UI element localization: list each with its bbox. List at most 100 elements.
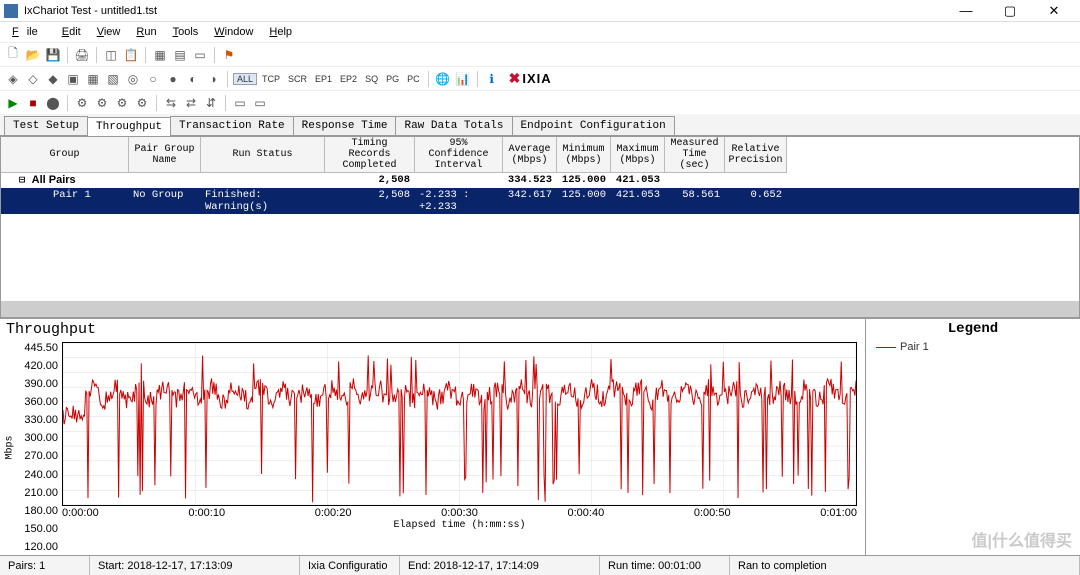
globe-icon[interactable]: 🌐 <box>434 70 452 88</box>
col-measured-time[interactable]: Measured Time (sec) <box>665 137 725 173</box>
filter-ep2[interactable]: EP2 <box>337 74 360 84</box>
stop-icon[interactable]: ■ <box>24 94 42 112</box>
maximize-button[interactable]: ▢ <box>988 1 1032 21</box>
run-icon[interactable]: ▶ <box>4 94 22 112</box>
net-a-icon[interactable]: ⇆ <box>162 94 180 112</box>
tool-c-icon[interactable]: ◆ <box>44 70 62 88</box>
y-axis: 445.50420.00390.00360.00330.00300.00270.… <box>18 342 62 553</box>
x-label: Elapsed time (h:mm:ss) <box>62 520 857 531</box>
toolbar-2: ◈ ◇ ◆ ▣ ▦ ▧ ◎ ○ ● ◐ ◑ ALL TCP SCR EP1 EP… <box>0 66 1080 90</box>
tool-d-icon[interactable]: ▣ <box>64 70 82 88</box>
flag-icon[interactable]: ⚑ <box>220 46 238 64</box>
brand-logo: ✖IXIA <box>509 71 552 87</box>
tool-j-icon[interactable]: ◐ <box>184 70 202 88</box>
minimize-button[interactable]: — <box>944 1 988 21</box>
menu-file[interactable]: File <box>4 24 54 40</box>
tab-test-setup[interactable]: Test Setup <box>4 116 88 135</box>
menu-view[interactable]: View <box>89 24 129 40</box>
gear-a-icon[interactable]: ⚙ <box>73 94 91 112</box>
save-icon[interactable]: 💾 <box>44 46 62 64</box>
y-label: Mbps <box>2 342 18 553</box>
legend-title: Legend <box>866 319 1080 339</box>
menu-help[interactable]: Help <box>261 24 300 40</box>
legend-panel: Legend Pair 1 <box>866 319 1080 555</box>
tab-strip: Test Setup Throughput Transaction Rate R… <box>0 114 1080 136</box>
parent-max: 421.053 <box>611 173 665 188</box>
throughput-plot <box>62 342 857 506</box>
status-config: Ixia Configuratio <box>300 556 400 575</box>
filter-tcp[interactable]: TCP <box>259 74 283 84</box>
menu-edit[interactable]: Edit <box>54 24 89 40</box>
tab-endpoint-config[interactable]: Endpoint Configuration <box>512 116 675 135</box>
tab-response-time[interactable]: Response Time <box>293 116 397 135</box>
legend-item[interactable]: Pair 1 <box>866 339 1080 355</box>
filter-sq[interactable]: SQ <box>362 74 381 84</box>
window-title: IxChariot Test - untitled1.tst <box>24 5 944 17</box>
status-start: Start: 2018-12-17, 17:13:09 <box>90 556 300 575</box>
filter-ep1[interactable]: EP1 <box>312 74 335 84</box>
app-icon <box>4 4 18 18</box>
col-timing-records[interactable]: Timing Records Completed <box>325 137 415 173</box>
tool-g-icon[interactable]: ◎ <box>124 70 142 88</box>
gear-c-icon[interactable]: ⚙ <box>113 94 131 112</box>
tab-transaction-rate[interactable]: Transaction Rate <box>170 116 294 135</box>
gear-b-icon[interactable]: ⚙ <box>93 94 111 112</box>
col-minimum[interactable]: Minimum (Mbps) <box>557 137 611 173</box>
col-maximum[interactable]: Maximum (Mbps) <box>611 137 665 173</box>
col-confidence[interactable]: 95% Confidence Interval <box>415 137 503 173</box>
h-scrollbar[interactable] <box>1 301 1079 317</box>
print-icon[interactable]: 🖨 <box>73 46 91 64</box>
page-a-icon[interactable]: ▭ <box>231 94 249 112</box>
chart-icon[interactable]: 📊 <box>454 70 472 88</box>
legend-line-icon <box>876 347 896 348</box>
parent-avg: 334.523 <box>503 173 557 188</box>
tool-f-icon[interactable]: ▧ <box>104 70 122 88</box>
parent-min: 125.000 <box>557 173 611 188</box>
table-row[interactable]: Pair 1 No Group Finished: Warning(s) 2,5… <box>1 188 1079 214</box>
filter-all[interactable]: ALL <box>233 73 257 85</box>
toolbar-3: ▶ ■ ⬤ ⚙ ⚙ ⚙ ⚙ ⇆ ⇄ ⇵ ▭ ▭ <box>0 90 1080 114</box>
menu-bar: File Edit View Run Tools Window Help <box>0 22 1080 42</box>
title-bar: IxChariot Test - untitled1.tst — ▢ ✕ <box>0 0 1080 22</box>
col-run-status[interactable]: Run Status <box>201 137 325 173</box>
report-icon[interactable]: ▦ <box>151 46 169 64</box>
col-average[interactable]: Average (Mbps) <box>503 137 557 173</box>
record-icon[interactable]: ⬤ <box>44 94 62 112</box>
close-button[interactable]: ✕ <box>1032 1 1076 21</box>
page-b-icon[interactable]: ▭ <box>251 94 269 112</box>
filter-scr[interactable]: SCR <box>285 74 310 84</box>
net-c-icon[interactable]: ⇵ <box>202 94 220 112</box>
menu-window[interactable]: Window <box>206 24 261 40</box>
parent-row[interactable]: ⊟ All Pairs 2,508 334.523 125.000 421.05… <box>1 173 1079 188</box>
gear-d-icon[interactable]: ⚙ <box>133 94 151 112</box>
new-icon[interactable]: 🗋 <box>4 46 22 64</box>
filter-pg[interactable]: PG <box>383 74 402 84</box>
export-icon[interactable]: ◫ <box>102 46 120 64</box>
col-rel-precision[interactable]: Relative Precision <box>725 137 787 173</box>
menu-tools[interactable]: Tools <box>165 24 207 40</box>
status-pairs: Pairs: 1 <box>0 556 90 575</box>
results-grid: Group Pair Group Name Run Status Timing … <box>0 136 1080 318</box>
tool-h-icon[interactable]: ○ <box>144 70 162 88</box>
menu-run[interactable]: Run <box>128 24 164 40</box>
filter-pc[interactable]: PC <box>404 74 423 84</box>
net-b-icon[interactable]: ⇄ <box>182 94 200 112</box>
tab-raw-data-totals[interactable]: Raw Data Totals <box>395 116 512 135</box>
open-icon[interactable]: 📂 <box>24 46 42 64</box>
status-end: End: 2018-12-17, 17:14:09 <box>400 556 600 575</box>
chart-title: Throughput <box>0 319 865 340</box>
copy-icon[interactable]: 📋 <box>122 46 140 64</box>
col-group[interactable]: Group <box>1 137 129 173</box>
tool-a-icon[interactable]: ◈ <box>4 70 22 88</box>
tab-throughput[interactable]: Throughput <box>87 117 171 136</box>
page-icon[interactable]: ▭ <box>191 46 209 64</box>
tool-e-icon[interactable]: ▦ <box>84 70 102 88</box>
parent-timing: 2,508 <box>325 173 415 188</box>
col-pair-group-name[interactable]: Pair Group Name <box>129 137 201 173</box>
sheet-icon[interactable]: ▤ <box>171 46 189 64</box>
tool-b-icon[interactable]: ◇ <box>24 70 42 88</box>
tool-k-icon[interactable]: ◑ <box>204 70 222 88</box>
chart-area: Throughput Mbps 445.50420.00390.00360.00… <box>0 318 1080 555</box>
tool-i-icon[interactable]: ● <box>164 70 182 88</box>
info-icon[interactable]: ℹ <box>483 70 501 88</box>
